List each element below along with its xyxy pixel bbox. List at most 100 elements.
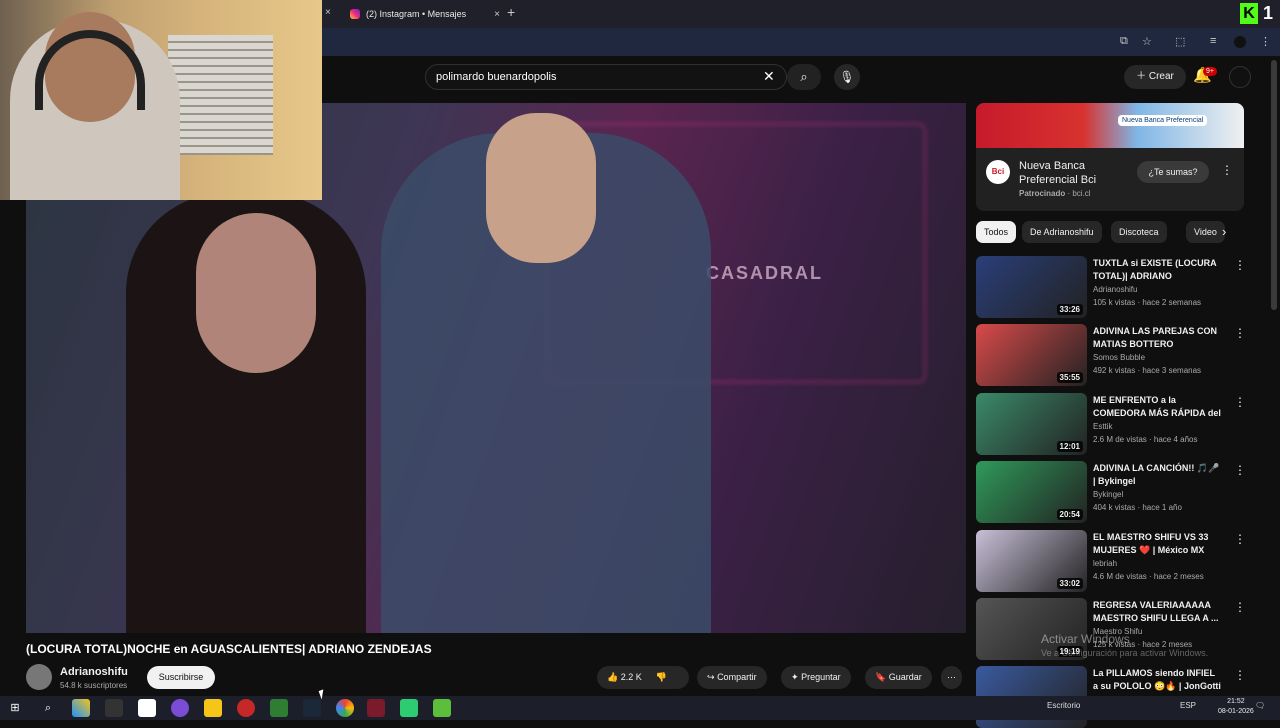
recommendation-channel[interactable]: Adrianoshifu	[1093, 285, 1137, 294]
system-clock[interactable]: 21:52 08-01-2026	[1218, 697, 1254, 717]
excel-icon[interactable]	[270, 699, 288, 717]
account-avatar[interactable]	[1229, 66, 1251, 88]
recommendation-meta: 105 k vistas · hace 2 semanas	[1093, 298, 1202, 307]
channel-name[interactable]: Adrianoshifu	[60, 666, 128, 678]
ad-sponsored-label: Patrocinado · bci.cl	[1019, 189, 1091, 198]
activate-windows-title: Activar Windows	[1041, 632, 1130, 646]
ad-menu-icon[interactable]: ⋮	[1221, 163, 1233, 177]
more-options-icon[interactable]: ⋮	[1234, 668, 1246, 682]
more-options-icon[interactable]: ⋮	[1234, 600, 1246, 614]
search-icon[interactable]: ⌕	[39, 699, 57, 717]
sponsored-text: Patrocinado	[1019, 189, 1066, 198]
recommendation-channel[interactable]: lebriah	[1093, 559, 1117, 568]
recommendation-title[interactable]: REGRESA VALERIAAAAAA MAESTRO SHIFU LLEGA…	[1093, 599, 1221, 625]
recommendation-title[interactable]: ADIVINA LAS PAREJAS CON MATIAS BOTTERO	[1093, 325, 1221, 351]
video-thumbnail[interactable]: 33:02	[976, 530, 1087, 592]
minecraft-icon[interactable]	[433, 699, 451, 717]
copilot-icon[interactable]	[72, 699, 90, 717]
recommendation-title[interactable]: ME ENFRENTO a la COMEDORA MÁS RÁPIDA del…	[1093, 394, 1221, 420]
create-button[interactable]: ＋ Crear	[1124, 65, 1186, 89]
close-tab-icon[interactable]: ×	[325, 7, 331, 18]
document-icon[interactable]	[138, 699, 156, 717]
recommendation-channel[interactable]: Somos Bubble	[1093, 353, 1145, 362]
search-button[interactable]: ⌕	[787, 64, 821, 90]
chip-video[interactable]: Video	[1186, 221, 1225, 243]
chip-channel[interactable]: De Adrianoshifu	[1022, 221, 1102, 243]
windows-start-icon[interactable]: ⊞	[6, 699, 24, 717]
task-view-icon[interactable]	[105, 699, 123, 717]
new-tab-button[interactable]: +	[507, 4, 515, 20]
chip-todos[interactable]: Todos	[976, 221, 1017, 243]
subscriber-count: 54.8 k suscriptores	[60, 681, 128, 690]
recommendation-item[interactable]: 35:55 ADIVINA LAS PAREJAS CON MATIAS BOTT…	[976, 324, 1246, 386]
recommendation-channel[interactable]: Bykingel	[1093, 490, 1123, 499]
browser-menu-icon[interactable]: ⋮	[1260, 35, 1271, 48]
share-button[interactable]: ↪ Compartir	[697, 666, 767, 689]
like-count: 2.2 K	[620, 672, 642, 682]
video-neon-text: CASADRAL	[706, 263, 823, 283]
video-thumbnail[interactable]: 20:54	[976, 461, 1087, 523]
share-icon: ↪	[707, 672, 715, 682]
bookmark-star-icon[interactable]: ☆	[1142, 35, 1152, 48]
sponsored-ad[interactable]: Nueva Banca Preferencial Bci Nueva Banca…	[976, 103, 1244, 211]
app-icon[interactable]	[367, 699, 385, 717]
recommendation-item[interactable]: 12:01 ME ENFRENTO a la COMEDORA MÁS RÁPID…	[976, 393, 1246, 455]
install-icon[interactable]: ⧉	[1120, 35, 1128, 48]
video-thumbnail[interactable]: 12:01	[976, 393, 1087, 455]
language-indicator[interactable]: ESP	[1180, 701, 1196, 710]
windows-taskbar: ⊞ ⌕ Escritorio ESP 21:52 08-01-2026 🗨	[0, 696, 1280, 720]
chip-discoteca[interactable]: Discoteca	[1111, 221, 1167, 243]
video-duration: 33:26	[1056, 304, 1083, 315]
more-options-icon[interactable]: ⋮	[1234, 395, 1246, 409]
like-button[interactable]: 👍 2.2 K 👎	[597, 666, 689, 689]
tab-instagram[interactable]: (2) Instagram • Mensajes ×	[340, 4, 500, 24]
extensions-icon[interactable]: ⬚	[1175, 35, 1185, 48]
steam-icon[interactable]	[303, 699, 321, 717]
game-launcher-icon[interactable]	[400, 699, 418, 717]
profile-avatar[interactable]	[1234, 36, 1246, 48]
notification-center-icon[interactable]: 🗨	[1255, 701, 1265, 710]
recommendation-title[interactable]: ADIVINA LA CANCIÓN!! 🎵🎤 | Bykingel	[1093, 462, 1221, 488]
video-thumbnail[interactable]: 35:55	[976, 324, 1087, 386]
chevron-right-icon[interactable]: ›	[1222, 224, 1226, 239]
more-options-icon[interactable]: ⋮	[1234, 258, 1246, 272]
activate-windows-hint: Ve a Configuración para activar Windows.	[1041, 648, 1209, 658]
video-title: (LOCURA TOTAL)NOCHE en AGUASCALIENTES| A…	[26, 642, 432, 656]
clear-search-icon[interactable]: ✕	[763, 68, 775, 85]
browser-toolbar: ⧉ ☆ ⬚ ≡ ⋮	[322, 28, 1280, 56]
reading-list-icon[interactable]: ≡	[1210, 35, 1216, 47]
ad-title: Nueva Banca Preferencial Bci	[1019, 160, 1097, 186]
subscribe-button[interactable]: Suscribirse	[147, 666, 215, 689]
desktop-label[interactable]: Escritorio	[1047, 701, 1080, 710]
more-options-icon[interactable]: ⋮	[1234, 326, 1246, 340]
chrome-icon[interactable]	[336, 699, 354, 717]
search-input[interactable]: polimardo buenardopolis	[425, 64, 787, 90]
page-scrollbar[interactable]	[1271, 60, 1277, 310]
tab-title: (2) Instagram • Mensajes	[366, 9, 467, 19]
voice-search-button[interactable]: 🎙	[834, 64, 860, 90]
recommendation-channel[interactable]: Esttik	[1093, 422, 1113, 431]
more-options-icon[interactable]: ⋮	[1234, 463, 1246, 477]
filter-chips: Todos De Adrianoshifu Discoteca Video	[976, 221, 1244, 243]
recommendation-title[interactable]: TUXTLA si EXISTE (LOCURA TOTAL)| ADRIANO…	[1093, 257, 1221, 283]
recommendation-title[interactable]: EL MAESTRO SHIFU VS 33 MUJERES ❤️ | Méxi…	[1093, 531, 1221, 557]
close-tab-icon[interactable]: ×	[494, 9, 500, 20]
video-thumbnail[interactable]: 33:26	[976, 256, 1087, 318]
video-duration: 20:54	[1056, 509, 1083, 520]
video-duration: 33:02	[1056, 578, 1083, 589]
recommendation-item[interactable]: 33:02 EL MAESTRO SHIFU VS 33 MUJERES ❤️ |…	[976, 530, 1246, 592]
thumbs-down-icon[interactable]: 👎	[656, 672, 667, 682]
more-actions-button[interactable]: ⋯	[941, 666, 962, 689]
ad-cta-button[interactable]: ¿Te sumas?	[1137, 161, 1209, 183]
discord-icon[interactable]	[171, 699, 189, 717]
channel-avatar[interactable]	[26, 664, 52, 690]
search-icon: ⌕	[800, 69, 808, 84]
save-button[interactable]: 🔖 Guardar	[865, 666, 932, 689]
media-app-icon[interactable]	[237, 699, 255, 717]
ask-button[interactable]: ✦ Preguntar	[781, 666, 851, 689]
recommendation-item[interactable]: 20:54 ADIVINA LA CANCIÓN!! 🎵🎤 | Bykingel B…	[976, 461, 1246, 523]
recommendation-item[interactable]: 33:26 TUXTLA si EXISTE (LOCURA TOTAL)| AD…	[976, 256, 1246, 318]
more-options-icon[interactable]: ⋮	[1234, 532, 1246, 546]
recommendation-title[interactable]: La PILLAMOS siendo INFIEL a su POLOLO 😳🔥…	[1093, 667, 1221, 693]
file-explorer-icon[interactable]	[204, 699, 222, 717]
